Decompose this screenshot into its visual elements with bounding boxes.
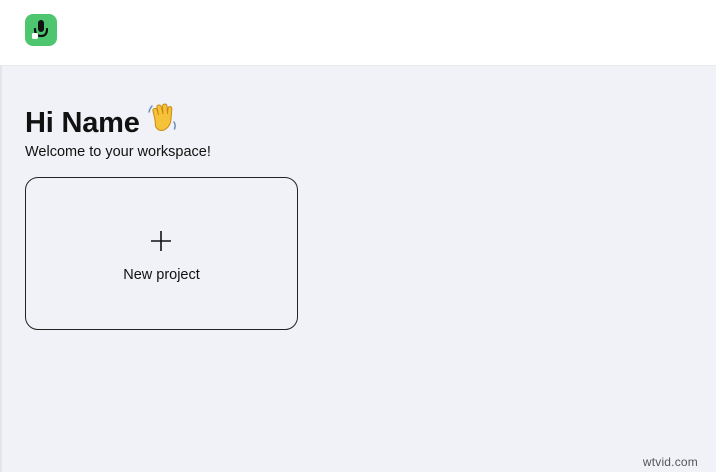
watermark: wtvid.com	[642, 455, 698, 469]
waving-hand-icon	[146, 102, 180, 143]
microphone-icon	[32, 20, 49, 39]
page-subtitle: Welcome to your workspace!	[25, 144, 211, 160]
app-logo[interactable]	[25, 14, 57, 46]
greeting-text: Hi Name	[25, 107, 140, 140]
page-greeting: Hi Name	[25, 102, 180, 145]
new-project-label: New project	[123, 267, 200, 283]
plus-icon	[151, 231, 171, 251]
window-edge	[0, 0, 2, 472]
new-project-card[interactable]: New project	[25, 177, 298, 330]
top-bar	[0, 0, 716, 66]
